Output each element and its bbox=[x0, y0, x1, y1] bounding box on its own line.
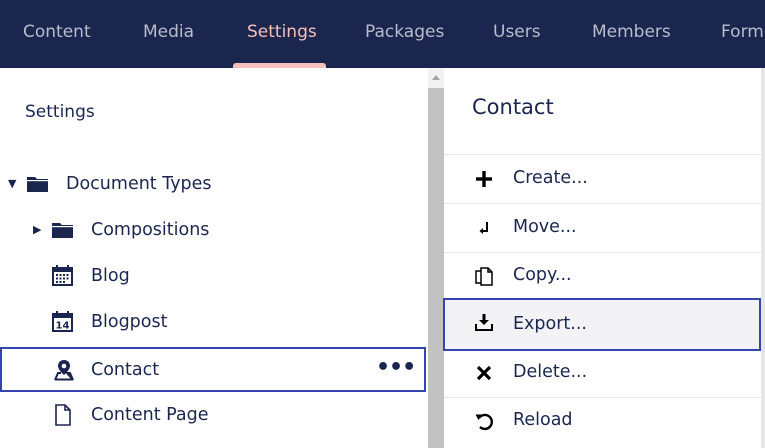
nav-item-members[interactable]: Members bbox=[592, 0, 671, 68]
nav-item-packages[interactable]: Packages bbox=[365, 0, 444, 68]
copy-icon bbox=[474, 266, 494, 286]
caret-right-icon[interactable]: ▶ bbox=[33, 208, 41, 252]
tree-item-contact[interactable]: Contact ••• bbox=[0, 347, 426, 392]
nav-item-settings[interactable]: Settings bbox=[247, 0, 317, 68]
tree-scrollbar[interactable] bbox=[428, 68, 444, 448]
tree-item-label: Content Page bbox=[91, 405, 209, 425]
more-actions-button[interactable]: ••• bbox=[376, 349, 416, 389]
menu-item-label: Reload bbox=[513, 410, 573, 430]
top-navigation: Content Media Settings Packages Users Me… bbox=[0, 0, 765, 68]
calendar-icon bbox=[51, 265, 75, 287]
settings-tree-panel: Settings ▼ Document Types ▶ Compositions bbox=[0, 68, 428, 448]
nav-item-forms[interactable]: Form bbox=[721, 0, 764, 68]
caret-down-icon[interactable]: ▼ bbox=[8, 162, 16, 206]
menu-item-move[interactable]: Move... bbox=[444, 204, 761, 252]
menu-item-label: Copy... bbox=[513, 265, 572, 285]
folder-icon bbox=[51, 219, 75, 241]
nav-item-media[interactable]: Media bbox=[143, 0, 194, 68]
scrollbar-thumb[interactable] bbox=[428, 88, 444, 448]
nav-item-users[interactable]: Users bbox=[493, 0, 541, 68]
tree-item-label: Document Types bbox=[66, 174, 212, 194]
menu-item-label: Create... bbox=[513, 168, 588, 188]
scroll-up-arrow-icon[interactable] bbox=[428, 70, 444, 86]
close-icon bbox=[474, 363, 494, 383]
menu-item-create[interactable]: Create... bbox=[444, 155, 761, 203]
menu-item-reload[interactable]: Reload bbox=[444, 397, 761, 445]
tree-heading: Settings bbox=[25, 102, 95, 122]
menu-title: Contact bbox=[472, 95, 554, 119]
move-icon bbox=[474, 218, 494, 238]
tree-item-compositions[interactable]: ▶ Compositions bbox=[0, 208, 428, 252]
tree-item-label: Blog bbox=[91, 266, 130, 286]
tree-item-blogpost[interactable]: 14 Blogpost bbox=[0, 300, 428, 344]
nav-item-content[interactable]: Content bbox=[23, 0, 91, 68]
tree-item-label: Compositions bbox=[91, 220, 210, 240]
reload-icon bbox=[474, 411, 494, 431]
menu-item-label: Delete... bbox=[513, 362, 588, 382]
menu-item-delete[interactable]: Delete... bbox=[444, 349, 761, 397]
calendar-14-icon: 14 bbox=[51, 311, 75, 333]
plus-icon bbox=[474, 169, 494, 189]
tree-item-label: Blogpost bbox=[91, 312, 168, 332]
adjacent-panel-edge bbox=[761, 68, 765, 448]
menu-item-label: Export... bbox=[513, 314, 587, 334]
tree-item-document-types[interactable]: ▼ Document Types bbox=[0, 162, 428, 206]
map-pin-icon bbox=[52, 359, 76, 381]
svg-text:14: 14 bbox=[56, 321, 70, 332]
context-menu-panel: Contact Create... Move... Copy... Export… bbox=[443, 68, 765, 448]
export-icon bbox=[474, 312, 494, 332]
tree-item-label: Contact bbox=[91, 360, 160, 380]
menu-item-export[interactable]: Export... bbox=[443, 298, 761, 351]
menu-item-copy[interactable]: Copy... bbox=[444, 252, 761, 300]
folder-icon bbox=[26, 173, 50, 195]
tree-item-content-page[interactable]: Content Page bbox=[0, 393, 428, 437]
document-icon bbox=[51, 404, 75, 426]
menu-item-label: Move... bbox=[513, 217, 577, 237]
tree-item-blog[interactable]: Blog bbox=[0, 254, 428, 298]
